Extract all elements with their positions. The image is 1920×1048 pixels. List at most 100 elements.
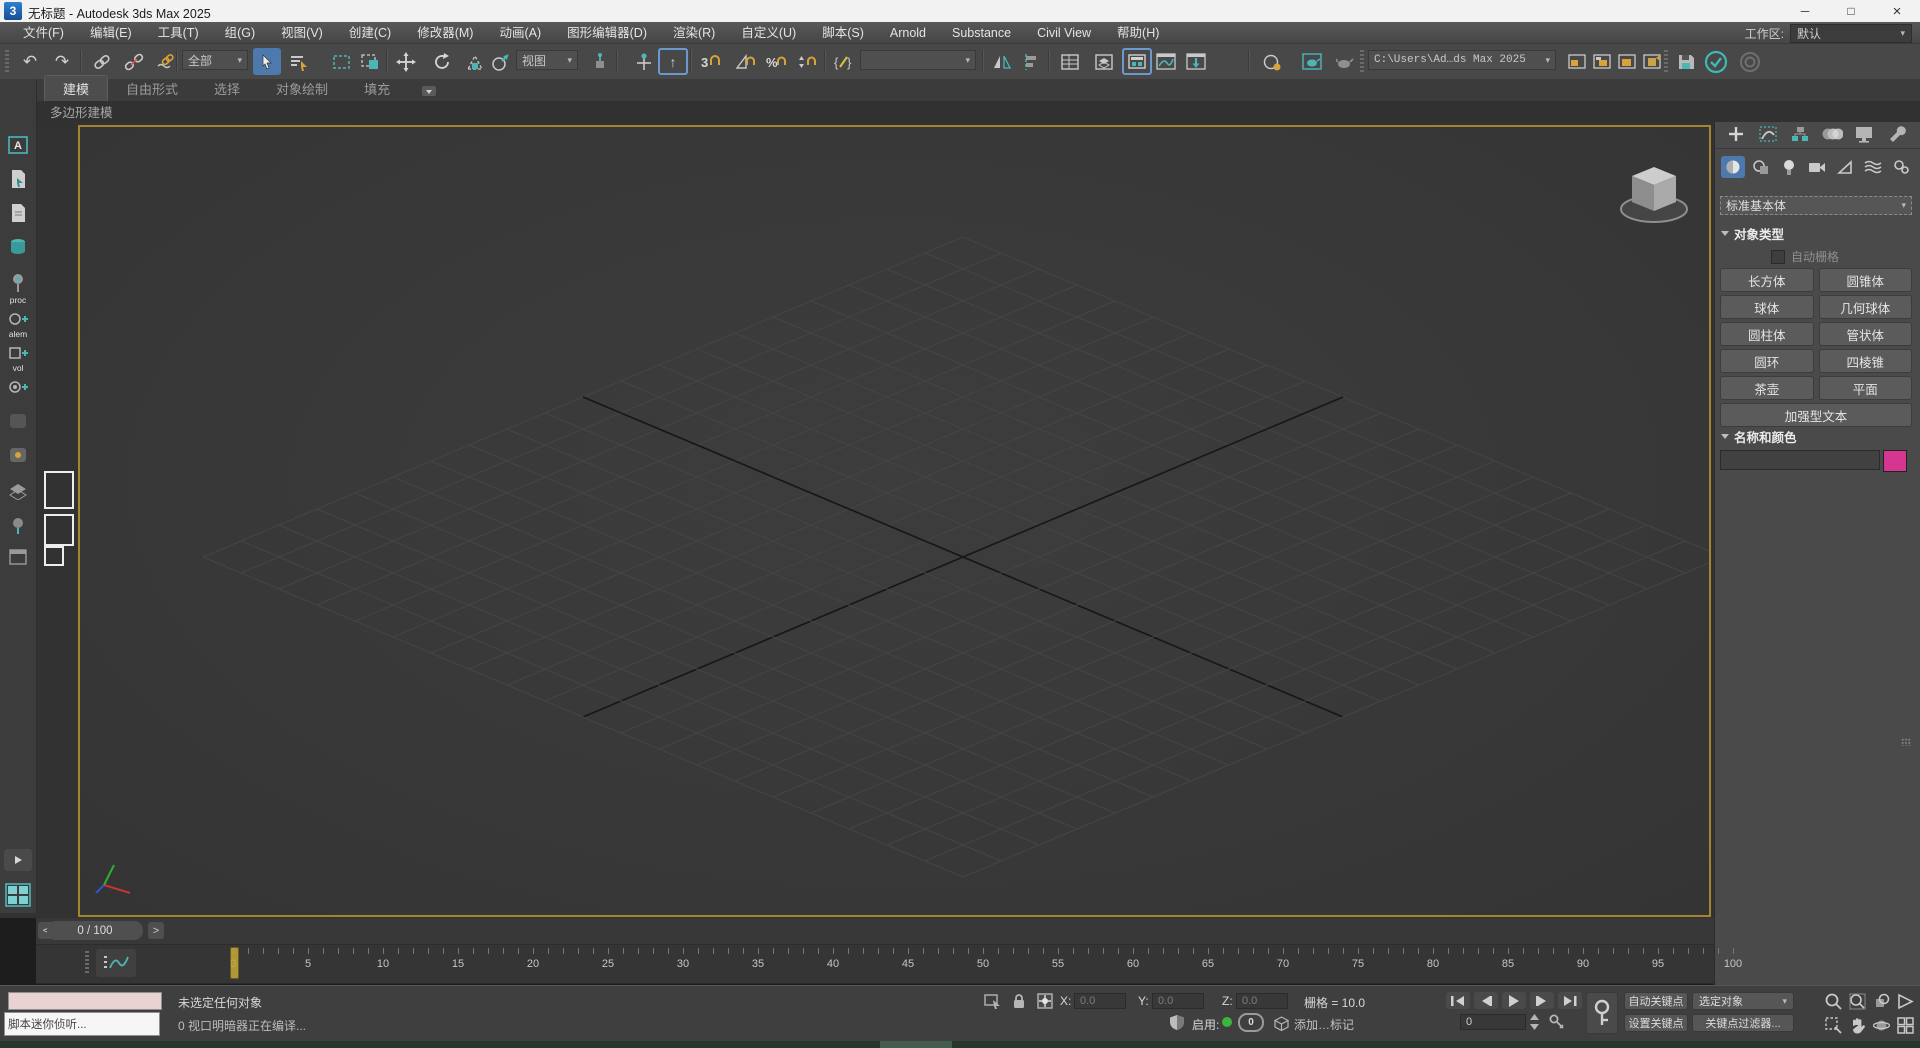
pan-hand-icon[interactable] [1846, 1016, 1868, 1034]
percent-snap-icon[interactable]: % [762, 48, 790, 75]
primitive-button-4[interactable]: 圆柱体 [1720, 322, 1814, 346]
ribbon-tab-4[interactable]: 填充 [346, 76, 408, 101]
create-tab[interactable] [1723, 122, 1749, 146]
menu-item-14[interactable]: Civil View [1024, 22, 1104, 44]
redo-icon[interactable]: ↷ [48, 48, 76, 75]
zoom-icon[interactable] [1822, 992, 1844, 1010]
ribbon-tab-2[interactable]: 选择 [196, 76, 258, 101]
script-count-badge[interactable]: 0 [1238, 1013, 1264, 1032]
vol-tool-icon[interactable] [5, 375, 31, 399]
select-object-icon[interactable] [253, 48, 281, 75]
lights-category[interactable] [1777, 156, 1801, 178]
menu-item-11[interactable]: 脚本(S) [809, 22, 877, 44]
pin-icon[interactable] [5, 271, 31, 295]
asset-a-icon[interactable]: A [5, 133, 31, 157]
ribbon-tab-3[interactable]: 对象绘制 [258, 76, 346, 101]
primitive-button-5[interactable]: 管状体 [1819, 322, 1913, 346]
select-and-rotate-icon[interactable] [428, 48, 456, 75]
shapes-category[interactable] [1749, 156, 1773, 178]
go-to-start-button[interactable] [1446, 992, 1470, 1009]
render-4-icon[interactable] [1638, 48, 1666, 75]
layers-icon[interactable] [5, 479, 31, 503]
ribbon-tab-0[interactable]: 建模 [44, 75, 108, 101]
z-coordinate-field[interactable]: 0.0 [1236, 993, 1288, 1009]
macro-recorder-field[interactable] [8, 992, 162, 1010]
isolate-selection-icon[interactable] [982, 992, 1004, 1010]
close-button[interactable]: × [1874, 0, 1920, 22]
select-and-move-icon[interactable] [392, 48, 420, 75]
hierarchy-tab[interactable] [1787, 122, 1813, 146]
select-by-name-icon[interactable] [285, 48, 313, 75]
viewport-layout-button[interactable] [3, 881, 33, 909]
link-icon[interactable] [88, 48, 116, 75]
key-filters-button[interactable]: 关键点过滤器... [1692, 1014, 1794, 1032]
primitive-category-dropdown[interactable]: 标准基本体 ▾ [1720, 196, 1912, 215]
layout-tab-thumb-3[interactable] [44, 546, 64, 566]
alem-tool-icon[interactable] [5, 341, 31, 365]
selection-filter-dropdown[interactable]: 全部 ▾ [182, 50, 248, 70]
primitive-button-2[interactable]: 球体 [1720, 295, 1814, 319]
maximize-button[interactable]: □ [1828, 0, 1874, 22]
viewcube[interactable] [1616, 155, 1692, 231]
y-coordinate-field[interactable]: 0.0 [1152, 993, 1204, 1009]
ribbon-tab-1[interactable]: 自由形式 [108, 76, 196, 101]
maximize-viewport-icon[interactable] [1894, 1016, 1916, 1034]
menu-item-1[interactable]: 编辑(E) [77, 22, 145, 44]
tool-icon-dot[interactable] [5, 443, 31, 467]
object-color-swatch[interactable] [1883, 450, 1907, 472]
save-icon[interactable] [1672, 48, 1700, 75]
frame-spinner[interactable] [1528, 1013, 1540, 1031]
cameras-category[interactable] [1805, 156, 1829, 178]
render-setup-icon[interactable] [1298, 48, 1326, 75]
material-editor-icon[interactable] [1258, 48, 1286, 75]
menu-item-12[interactable]: Arnold [877, 22, 939, 44]
field-of-view-icon[interactable] [1894, 992, 1916, 1010]
reference-coordinate-dropdown[interactable]: 视图 ▾ [516, 50, 578, 70]
curve-editor-icon[interactable] [1152, 48, 1180, 75]
select-and-place-icon[interactable] [486, 48, 514, 75]
validate-check-icon[interactable] [1702, 48, 1730, 75]
angle-snap-icon[interactable] [731, 48, 759, 75]
primitive-button-0[interactable]: 长方体 [1720, 268, 1814, 292]
named-selection-dropdown[interactable]: ▾ [860, 50, 976, 70]
layout-tab-thumb-2[interactable] [44, 514, 74, 546]
safe-scene-shield-icon[interactable] [1166, 1013, 1188, 1031]
auto-key-button[interactable]: 自动关键点 [1624, 992, 1688, 1010]
window-crossing-icon[interactable] [356, 48, 384, 75]
spacewarps-category[interactable] [1861, 156, 1885, 178]
mirror-icon[interactable] [988, 48, 1016, 75]
absolute-mode-icon[interactable] [1034, 992, 1056, 1010]
volume-icon[interactable] [5, 235, 31, 259]
render-frame-2-icon[interactable] [1588, 48, 1616, 75]
autogrid-checkbox[interactable] [1771, 250, 1785, 264]
time-slider[interactable]: 0 / 100 [47, 921, 143, 940]
tool-icon-dim[interactable] [5, 409, 31, 433]
selection-lock-icon[interactable] [1008, 992, 1030, 1010]
ribbon-toggle-icon[interactable] [1122, 48, 1152, 75]
proc-tool-icon[interactable] [5, 307, 31, 331]
primitive-button-3[interactable]: 几何球体 [1819, 295, 1913, 319]
menu-item-4[interactable]: 视图(V) [268, 22, 336, 44]
go-to-end-button[interactable] [1558, 992, 1582, 1009]
perspective-viewport[interactable] [78, 125, 1711, 917]
utilities-tab[interactable] [1883, 122, 1909, 146]
snap-toggle-3d-icon[interactable]: 3 [696, 48, 724, 75]
workspace-dropdown[interactable]: 默认 ▾ [1790, 24, 1912, 43]
align-icon[interactable] [1016, 48, 1044, 75]
current-frame-marker[interactable] [230, 947, 239, 979]
unlink-icon[interactable] [120, 48, 148, 75]
menu-item-5[interactable]: 创建(C) [336, 22, 404, 44]
project-folder-dropdown[interactable]: C:\Users\Ad…ds Max 2025 ▾ [1368, 50, 1556, 70]
menu-item-10[interactable]: 自定义(U) [728, 22, 809, 44]
orbit-icon[interactable] [1870, 1016, 1892, 1034]
panel-icon[interactable] [5, 545, 31, 569]
menu-item-15[interactable]: 帮助(H) [1104, 22, 1172, 44]
layout-tab-thumb-1[interactable] [44, 471, 74, 509]
key-mode-toggle-icon[interactable] [1546, 1013, 1568, 1031]
menu-item-3[interactable]: 组(G) [212, 22, 269, 44]
menu-item-13[interactable]: Substance [939, 22, 1024, 44]
zoom-region-icon[interactable] [1822, 1016, 1844, 1034]
systems-category[interactable] [1889, 156, 1913, 178]
rendered-frame-window-icon[interactable] [1330, 48, 1358, 75]
geometry-category[interactable] [1721, 156, 1745, 178]
